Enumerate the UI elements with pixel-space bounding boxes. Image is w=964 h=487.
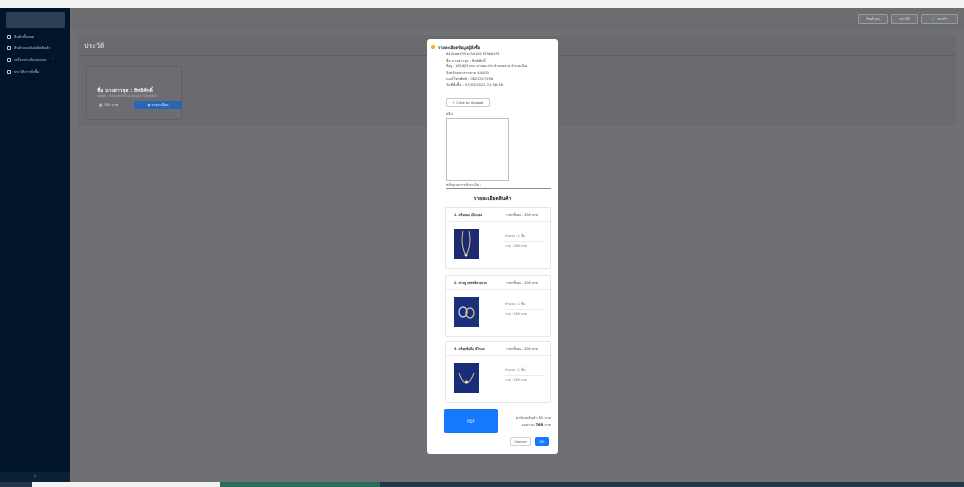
product-subtotal: รวม : 200 บาท	[505, 244, 527, 248]
product-image-necklace	[454, 229, 479, 259]
logo	[6, 12, 65, 28]
order-detail-button[interactable]: ◉ รายละเอียด	[134, 101, 182, 109]
modal-order-date: วันที่สั่งซื้อ : 07/05/2022 21:36:36	[446, 83, 503, 87]
sidebar-item-label: สินค้าคงคลัง/ผลิตสินค้า	[14, 46, 51, 50]
order-grand-total: ยอดรวม 785 บาท	[522, 422, 551, 428]
product-card: 2. ต่างหู เพชรสีสวยงาม ราคาชิ้นละ : 200 …	[445, 275, 552, 337]
cart-icon: 🛒	[931, 17, 936, 21]
sidebar: สินค้าทั้งหมด สินค้าคงคลัง/ผลิตสินค้า เค…	[0, 8, 70, 482]
header-button-stock[interactable]: สินค้าคง	[858, 14, 888, 24]
modal-address: ที่อยู่ : 185/6/3 ถนน ทาเพนะเงิน ตำบลตลา…	[446, 64, 528, 68]
divider	[446, 188, 551, 189]
upload-icon: ⤒	[452, 100, 455, 105]
sidebar-item-history[interactable]: ประวัติการสั่งซื้อ	[7, 69, 39, 75]
product-name: 3. สร้อยข้อมือ ฮีโรแล	[454, 347, 485, 351]
divider	[446, 355, 552, 356]
shipping-fee: ค่าจัดส่งสินค้า 85 บาท	[515, 416, 551, 420]
taskbar-segment	[32, 482, 220, 487]
modal-order-id: 643cae2951c3d1d2 f53bd2f3	[446, 52, 500, 56]
total-prefix: ยอดรวม	[521, 423, 536, 427]
product-card: 3. สร้อยข้อมือ ฮีโรแล ราคาชิ้นละ : 200 บ…	[445, 341, 552, 403]
product-quantity: จำนวน : 1 ชิ้น	[505, 234, 526, 238]
order-detail-modal: รายละเอียดข้อมูลผู้สั่งซื้อ 643cae2951c3…	[427, 39, 558, 454]
product-name: 1. สร้อยคอ เอ็นบอล	[454, 213, 483, 217]
pdf-button[interactable]: PDF	[444, 409, 498, 433]
taskbar-segment	[220, 482, 380, 487]
sidebar-item-all-products[interactable]: สินค้าทั้งหมด	[7, 34, 34, 40]
order-id: รหัสสั่ง : 643cae2951c3d1d2 f53bd2f3	[97, 94, 157, 98]
upload-button[interactable]: ⤒ Click to Upload	[446, 98, 490, 107]
header: สินค้าคง ประวัติ 🛒 ตะกร้า	[70, 8, 964, 30]
product-image-bracelet	[454, 363, 479, 393]
sidebar-item-label: ประวัติการสั่งซื้อ	[14, 70, 40, 74]
sidebar-item-inventory[interactable]: สินค้าคงคลัง/ผลิตสินค้า	[7, 45, 51, 51]
top-strip	[0, 0, 964, 8]
product-card: 1. สร้อยคอ เอ็นบอล ราคาชิ้นละ : 200 บาท …	[445, 207, 552, 269]
cancel-button[interactable]: Cancel	[510, 437, 531, 446]
divider	[504, 241, 544, 242]
order-card: ชื่อ นางสาวจุล : สิทธิศักดิ์ รหัสสั่ง : …	[86, 66, 182, 120]
eye-icon: ◉	[147, 103, 151, 107]
slip-label: สลิป	[446, 112, 453, 116]
header-button-label: สินค้าคง	[866, 17, 880, 21]
header-button-label: ตะกร้า	[937, 17, 948, 21]
product-name: 2. ต่างหู เพชรสีสวยงาม	[454, 281, 488, 285]
product-quantity: จำนวน : 1 ชิ้น	[505, 302, 526, 306]
product-quantity: จำนวน : 1 ชิ้น	[505, 368, 526, 372]
header-button-history[interactable]: ประวัติ	[891, 14, 918, 24]
sidebar-collapse-button[interactable]: ‹	[0, 472, 70, 482]
money-icon: ▦	[99, 103, 103, 107]
slip-image-preview[interactable]	[446, 118, 509, 181]
product-subtotal: รวม : 200 บาท	[505, 378, 527, 382]
product-price: ราคาชิ้นละ : 200 บาท	[506, 213, 538, 217]
sidebar-item-accessories[interactable]: เครื่องประดับ/ตกแต่ง ˅	[7, 57, 54, 63]
product-subtotal: รวม : 200 บาท	[505, 312, 527, 316]
user-icon	[7, 46, 11, 50]
sidebar-item-label: สินค้าทั้งหมด	[14, 35, 35, 39]
ok-button[interactable]: OK	[535, 437, 549, 446]
user-icon	[7, 35, 11, 39]
page-title: ประวัติ	[84, 42, 105, 50]
divider	[504, 309, 544, 310]
total-suffix: บาท	[543, 423, 551, 427]
divider	[446, 289, 552, 290]
header-button-cart[interactable]: 🛒 ตะกร้า	[921, 14, 958, 24]
warning-icon	[431, 45, 435, 49]
order-total: ▦ 785 บาท	[99, 102, 118, 108]
order-detail-label: รายละเอียด	[151, 102, 169, 107]
chevron-down-icon: ˅	[52, 58, 55, 62]
header-button-label: ประวัติ	[899, 17, 910, 21]
taskbar	[0, 482, 964, 487]
upload-label: Click to Upload	[456, 100, 484, 105]
order-total-value: 785 บาท	[103, 103, 119, 107]
modal-title: รายละเอียดข้อมูลผู้สั่งซื้อ	[438, 45, 481, 50]
setting-icon	[7, 70, 11, 74]
setting-icon	[7, 58, 11, 62]
product-price: ราคาชิ้นละ : 200 บาท	[506, 281, 538, 285]
product-price: ราคาชิ้นละ : 200 บาท	[506, 347, 538, 351]
sidebar-item-label: เครื่องประดับ/ตกแต่ง	[14, 58, 47, 62]
product-image-earrings	[454, 297, 479, 327]
divider	[446, 221, 552, 222]
product-detail-title: รายละเอียดสินค้า	[473, 196, 512, 202]
divider	[504, 375, 544, 376]
